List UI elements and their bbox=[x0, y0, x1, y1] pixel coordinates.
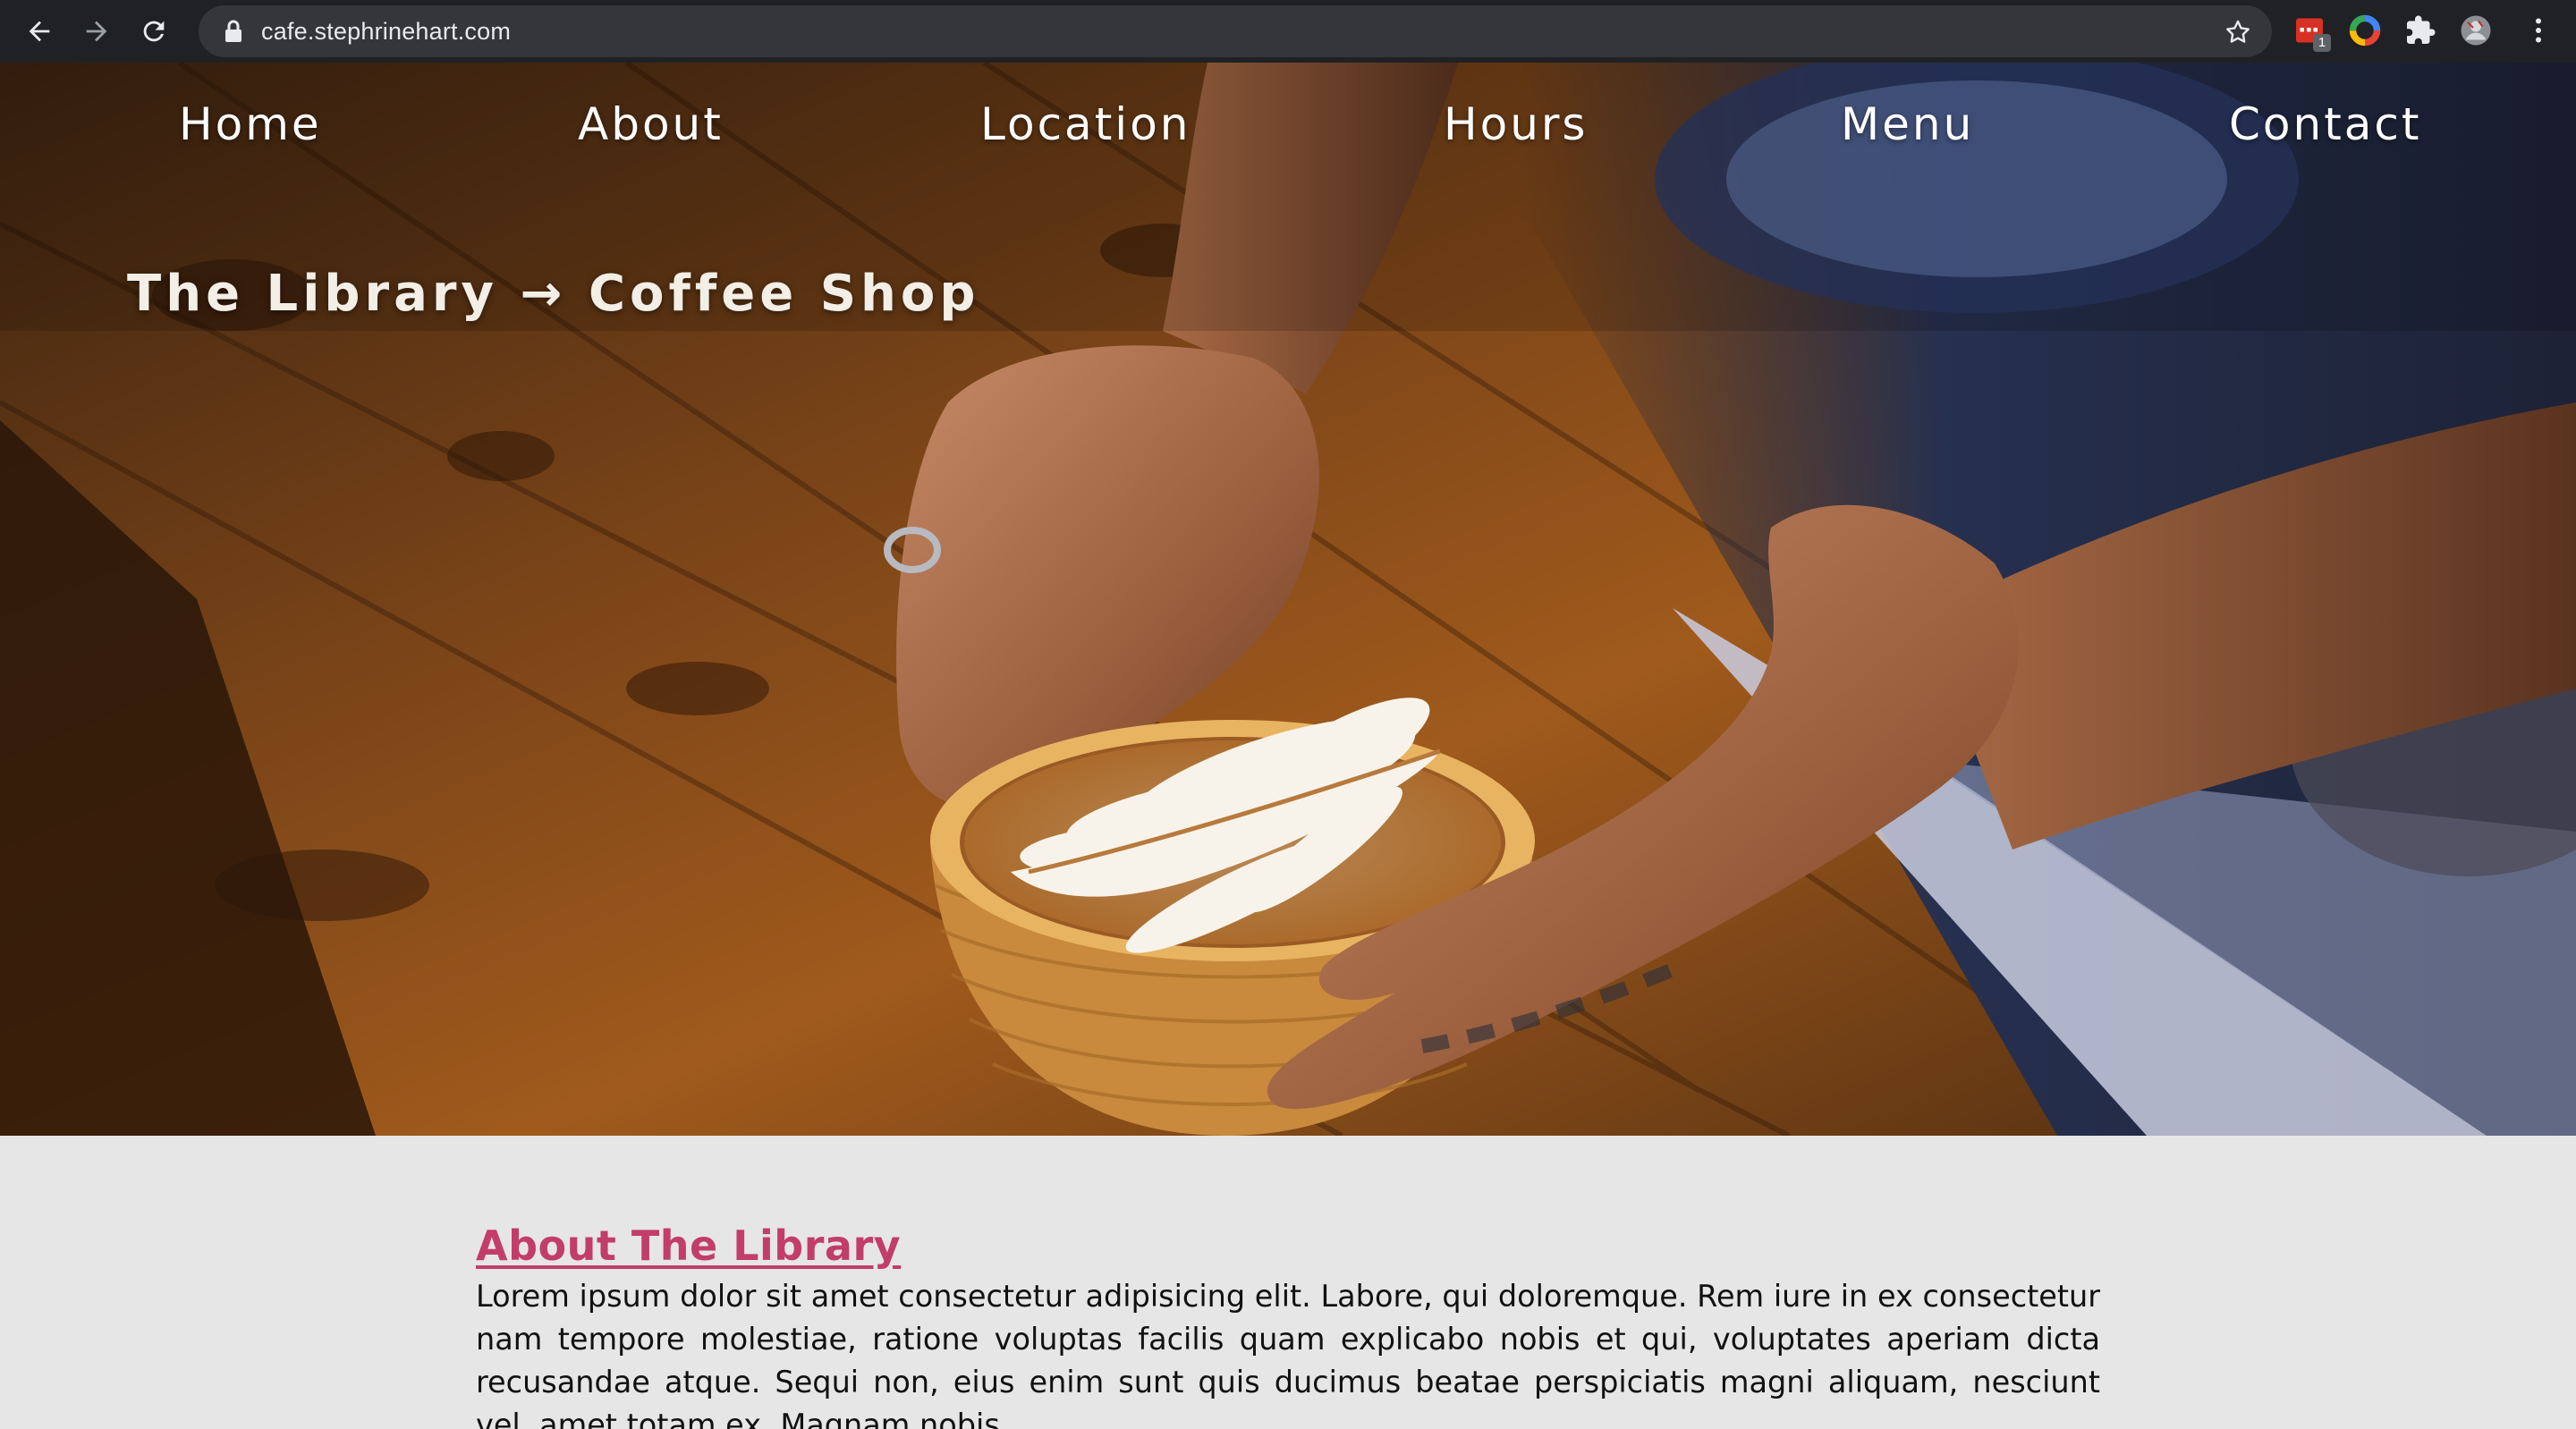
address-bar[interactable]: cafe.stephrinehart.com bbox=[199, 5, 2272, 57]
back-button[interactable] bbox=[14, 6, 64, 56]
calendar-extension-button[interactable]: 1 bbox=[2292, 13, 2331, 52]
nav-contact-link[interactable]: Contact bbox=[2229, 98, 2422, 150]
hero-latte-image bbox=[0, 63, 2576, 1136]
browser-menu-button[interactable] bbox=[2521, 13, 2556, 48]
hero-section: Home About Location Hours Menu Contact T… bbox=[0, 63, 2576, 1136]
reload-icon bbox=[143, 21, 165, 42]
puzzle-icon bbox=[2407, 15, 2436, 44]
back-arrow-icon bbox=[29, 21, 50, 42]
url-text: cafe.stephrinehart.com bbox=[261, 17, 512, 45]
forward-arrow-icon bbox=[86, 21, 107, 42]
profile-avatar-icon bbox=[2461, 15, 2491, 46]
nav-location-link[interactable]: Location bbox=[980, 98, 1191, 150]
main-navigation: Home About Location Hours Menu Contact bbox=[0, 63, 2576, 197]
profile-button[interactable] bbox=[2458, 13, 2494, 48]
nav-home-link[interactable]: Home bbox=[179, 98, 322, 150]
about-section: About The Library Lorem ipsum dolor sit … bbox=[0, 1136, 2576, 1429]
browser-toolbar: cafe.stephrinehart.com 1 bbox=[0, 0, 2576, 63]
extensions-button[interactable] bbox=[2402, 13, 2438, 48]
nav-hours-link[interactable]: Hours bbox=[1444, 98, 1588, 150]
extension-badge: 1 bbox=[2313, 34, 2331, 52]
about-body-text: Lorem ipsum dolor sit amet consectetur a… bbox=[476, 1279, 2100, 1429]
more-vert-icon bbox=[2536, 18, 2541, 43]
hero-title: The Library → Coffee Shop bbox=[127, 265, 980, 323]
nav-about-link[interactable]: About bbox=[578, 98, 724, 150]
lock-icon bbox=[225, 20, 242, 42]
forward-button[interactable] bbox=[72, 6, 122, 56]
reload-button[interactable] bbox=[129, 6, 179, 56]
nav-menu-link[interactable]: Menu bbox=[1841, 98, 1974, 150]
color-wheel-icon bbox=[2349, 14, 2381, 47]
about-heading-link[interactable]: About The Library bbox=[476, 1222, 901, 1270]
star-icon[interactable] bbox=[2224, 18, 2252, 47]
color-wheel-extension-button[interactable] bbox=[2347, 13, 2383, 48]
